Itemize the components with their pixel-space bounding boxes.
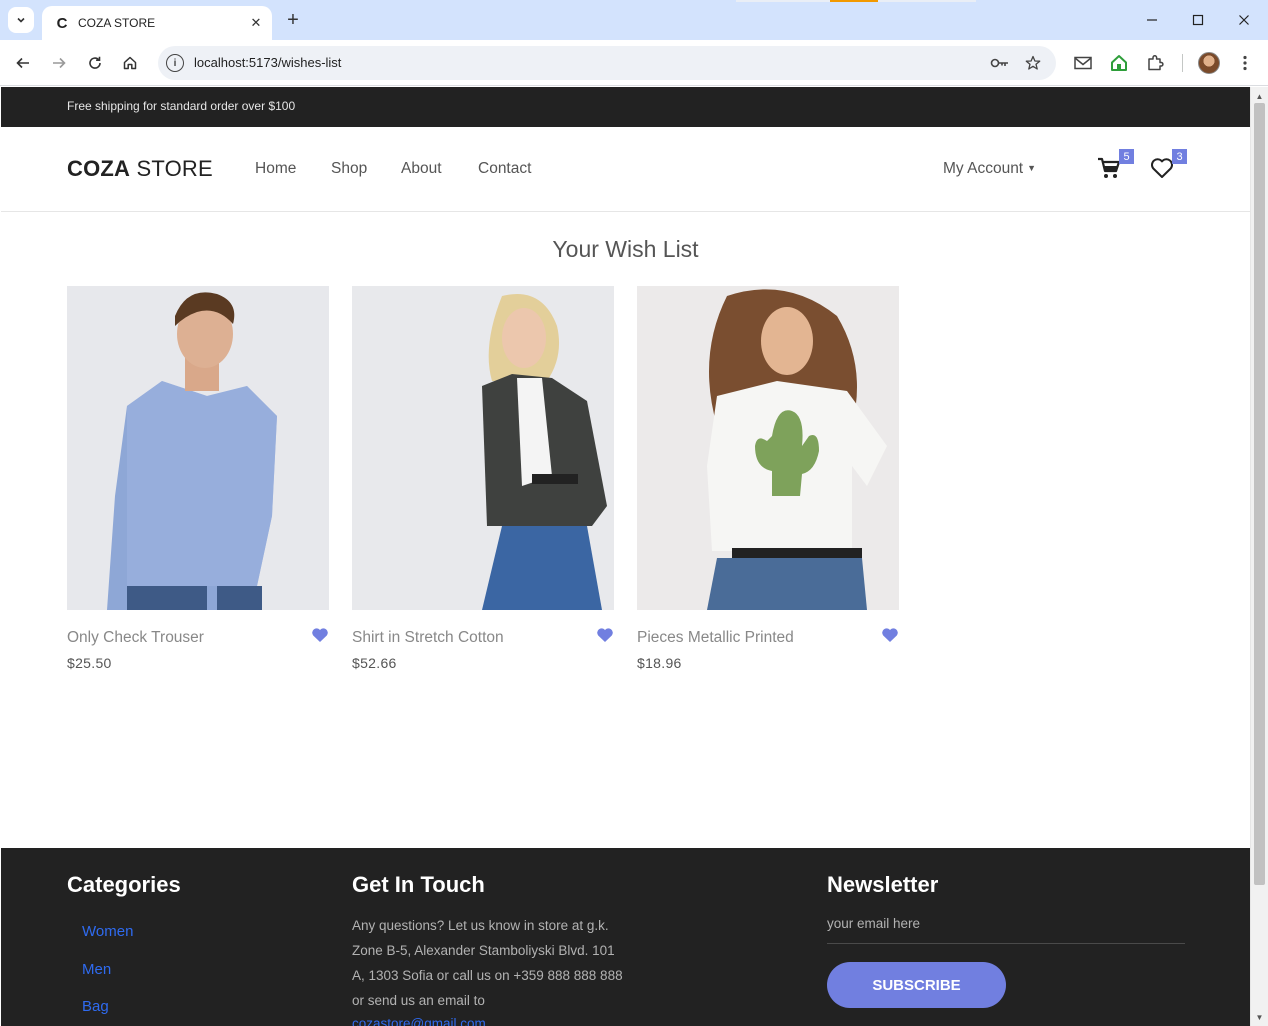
heart-filled-icon[interactable] (596, 626, 614, 644)
product-photo-man-shirt (67, 286, 329, 610)
categories-heading: Categories (67, 872, 181, 897)
site-logo[interactable]: COZA STORE (67, 156, 213, 182)
nav-shop[interactable]: Shop (331, 160, 367, 178)
key-glyph (990, 58, 1008, 68)
chevron-down-icon (17, 17, 25, 23)
star-glyph (1025, 55, 1041, 70)
page-title: Your Wish List (552, 236, 699, 262)
product-name[interactable]: Pieces Metallic Printed (637, 629, 794, 647)
bookmark-star-icon[interactable] (1023, 53, 1043, 73)
product-name[interactable]: Only Check Trouser (67, 629, 204, 647)
newsletter-email-input[interactable]: your email here (827, 916, 1185, 944)
toolbar-separator (1182, 54, 1183, 72)
newsletter-heading: Newsletter (827, 872, 939, 897)
wishlist-item: Pieces Metallic Printed $18.96 (637, 286, 899, 671)
category-link-men[interactable]: Men (82, 961, 111, 978)
product-price: $25.50 (67, 655, 112, 671)
reload-button[interactable] (83, 51, 107, 75)
announcement-bar: Free shipping for standard order over $1… (1, 87, 1250, 127)
browser-menu-button[interactable] (1234, 52, 1256, 74)
close-window-button[interactable] (1234, 10, 1254, 30)
tab-title: COZA STORE (78, 16, 156, 30)
mail-extension-icon[interactable] (1072, 52, 1094, 74)
web-page: Free shipping for standard order over $1… (1, 87, 1250, 1026)
browser-tab[interactable]: C COZA STORE ✕ (42, 6, 272, 40)
new-tab-button[interactable]: + (282, 9, 304, 31)
category-link-women[interactable]: Women (82, 923, 133, 940)
scroll-up-arrow-icon[interactable]: ▲ (1251, 89, 1268, 103)
subscribe-button[interactable]: SUBSCRIBE (827, 962, 1006, 1008)
reload-icon (89, 56, 101, 69)
scroll-down-arrow-icon[interactable]: ▼ (1251, 1010, 1268, 1024)
get-in-touch-heading: Get In Touch (352, 872, 485, 897)
product-photo-woman-cactus-tee (637, 286, 899, 610)
cart-button[interactable]: 5 (1096, 149, 1134, 181)
maximize-button[interactable] (1188, 10, 1208, 30)
contact-email-link[interactable]: cozastore@gmail.com (352, 1016, 486, 1026)
puzzle-glyph (1148, 54, 1164, 71)
minimize-icon (1147, 19, 1157, 21)
logo-light: STORE (136, 156, 213, 181)
close-icon (1239, 15, 1249, 25)
arrow-right-icon (53, 57, 66, 69)
product-image[interactable] (67, 286, 329, 610)
my-account-label: My Account (943, 160, 1024, 177)
product-name[interactable]: Shirt in Stretch Cotton (352, 629, 504, 647)
scrollbar-thumb[interactable] (1254, 103, 1265, 885)
green-home-glyph (1111, 55, 1127, 71)
site-footer: Categories Women Men Bag Get In Touch An… (1, 848, 1250, 1026)
product-image[interactable] (352, 286, 614, 610)
arrow-left-icon (16, 57, 29, 69)
heart-filled-icon[interactable] (881, 626, 899, 644)
extensions-puzzle-icon[interactable] (1144, 52, 1166, 74)
page-scrollbar[interactable]: ▲ ▼ (1250, 87, 1268, 1026)
wishlist-item: Only Check Trouser $25.50 (67, 286, 329, 671)
product-price: $18.96 (637, 655, 682, 671)
browser-tab-strip: C COZA STORE ✕ + (0, 0, 1268, 40)
category-link-bag[interactable]: Bag (82, 998, 109, 1015)
profile-avatar[interactable] (1198, 52, 1220, 74)
wishlist-count-badge: 3 (1172, 149, 1187, 164)
home-icon (123, 56, 137, 70)
logo-bold: COZA (67, 156, 131, 181)
minimize-button[interactable] (1142, 10, 1162, 30)
password-key-icon[interactable] (990, 53, 1010, 73)
product-image[interactable] (637, 286, 899, 610)
wishlist-item: Shirt in Stretch Cotton $52.66 (352, 286, 614, 671)
tab-search-button[interactable] (8, 7, 34, 33)
my-account-dropdown[interactable]: My Account ▼ (943, 160, 1036, 178)
nav-contact[interactable]: Contact (478, 160, 531, 178)
product-photo-woman-blazer (352, 286, 614, 610)
home-extension-icon[interactable] (1108, 52, 1130, 74)
cart-count-badge: 5 (1119, 149, 1134, 164)
close-tab-icon[interactable]: ✕ (246, 13, 266, 33)
wishlist-button[interactable]: 3 (1149, 149, 1187, 181)
heart-filled-icon[interactable] (311, 626, 329, 644)
maximize-icon (1192, 14, 1204, 26)
site-info-icon[interactable]: i (166, 54, 184, 72)
tab-strip-highlight (830, 0, 878, 2)
site-header: COZA STORE Home Shop About Contact My Ac… (1, 127, 1250, 212)
nav-home[interactable]: Home (255, 160, 296, 178)
address-bar[interactable]: i localhost:5173/wishes-list (158, 46, 1056, 80)
mail-glyph (1074, 56, 1092, 70)
product-price: $52.66 (352, 655, 397, 671)
forward-button[interactable] (47, 51, 71, 75)
nav-about[interactable]: About (401, 160, 442, 178)
home-button[interactable] (118, 51, 142, 75)
shipping-notice: Free shipping for standard order over $1… (67, 99, 296, 113)
caret-down-icon: ▼ (1027, 163, 1037, 173)
contact-info-text: Any questions? Let us know in store at g… (352, 918, 623, 1008)
back-button[interactable] (11, 51, 35, 75)
url-text[interactable]: localhost:5173/wishes-list (194, 55, 341, 70)
kebab-menu-icon (1243, 55, 1247, 71)
favicon-icon: C (56, 14, 68, 32)
